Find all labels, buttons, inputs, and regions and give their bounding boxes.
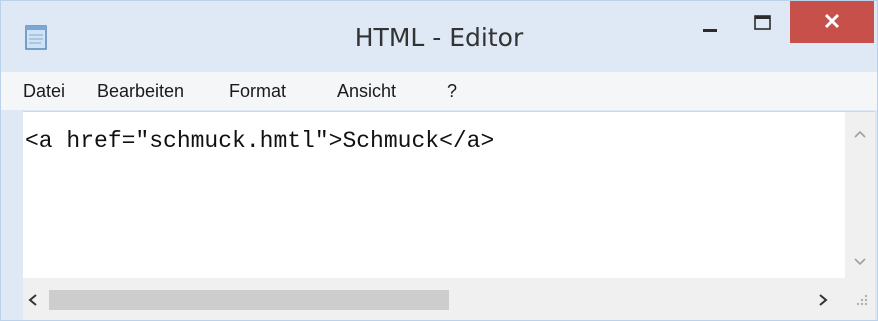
menu-datei[interactable]: Datei: [17, 78, 71, 104]
editor-text-line: <a href="schmuck.hmtl">Schmuck</a>: [25, 128, 495, 154]
chevron-up-icon[interactable]: [853, 124, 867, 143]
text-area[interactable]: <a href="schmuck.hmtl">Schmuck</a>: [23, 112, 845, 278]
maximize-button[interactable]: [736, 1, 788, 43]
title-bar[interactable]: HTML - Editor: [1, 1, 877, 71]
menu-bar: Datei Bearbeiten Format Ansicht ?: [1, 71, 877, 110]
chevron-left-icon[interactable]: [27, 292, 39, 311]
menu-bearbeiten[interactable]: Bearbeiten: [91, 78, 190, 104]
horizontal-scrollbar[interactable]: [23, 278, 845, 320]
maximize-icon: [754, 15, 771, 30]
horizontal-scroll-thumb[interactable]: [49, 290, 449, 310]
menu-ansicht[interactable]: Ansicht: [331, 78, 402, 104]
chevron-right-icon[interactable]: [817, 292, 829, 311]
vertical-scrollbar[interactable]: [845, 112, 875, 278]
editor-window: HTML - Editor Datei Bearbeiten Format An…: [0, 0, 878, 321]
minimize-icon: [703, 29, 717, 32]
chevron-down-icon[interactable]: [853, 252, 867, 271]
editor-area: <a href="schmuck.hmtl">Schmuck</a>: [23, 111, 875, 320]
resize-grip-icon[interactable]: [845, 278, 875, 320]
close-icon: [824, 13, 840, 29]
minimize-button[interactable]: [684, 1, 736, 43]
close-button[interactable]: [790, 1, 874, 43]
menu-format[interactable]: Format: [223, 78, 292, 104]
menu-help[interactable]: ?: [441, 78, 463, 104]
